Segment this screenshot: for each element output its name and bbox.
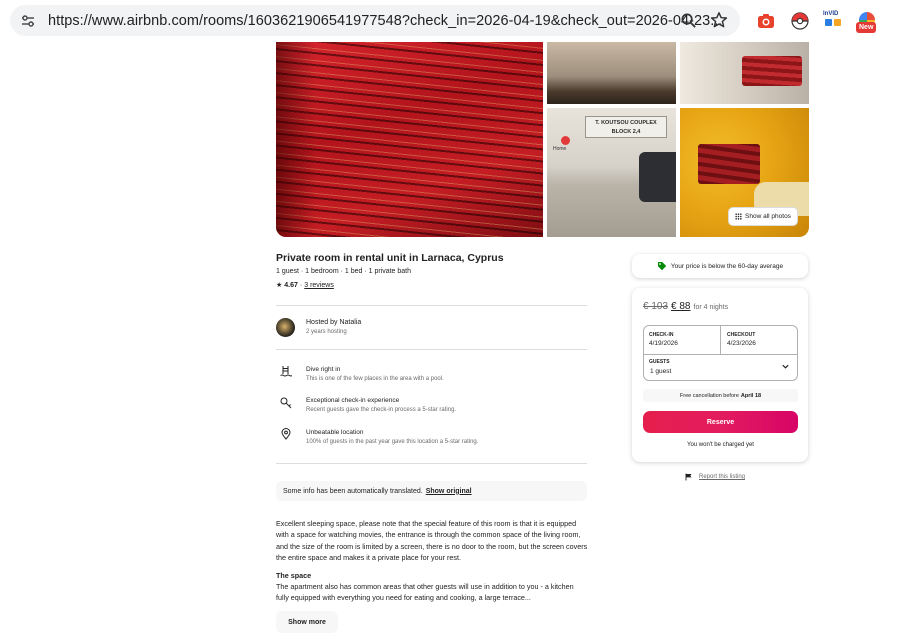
- original-price: € 103: [643, 301, 669, 312]
- price-duration: for 4 nights: [693, 304, 729, 311]
- checkin-value: 4/19/2026: [649, 340, 678, 347]
- checkout-field[interactable]: CHECKOUT 4/23/2026: [721, 326, 797, 354]
- street-sign: T. KOUTSOU COUPLEX BLOCK 2,4: [585, 116, 667, 138]
- guests-value: 1 guest: [650, 368, 672, 375]
- rating-separator: ·: [299, 281, 303, 289]
- listing-photo-main[interactable]: [276, 42, 543, 237]
- listing-rating: ★ 4.67 · 3 reviews: [276, 281, 334, 290]
- checkout-label: CHECKOUT: [727, 332, 756, 338]
- new-badge: New: [856, 22, 877, 33]
- host-name: Hosted by Natalia: [306, 319, 362, 326]
- feature-desc: 100% of guests in the past year gave thi…: [306, 439, 479, 445]
- divider: [276, 463, 587, 464]
- translation-text: Some info has been automatically transla…: [283, 487, 423, 495]
- browser-toolbar: https://www.airbnb.com/rooms/16036219065…: [0, 0, 900, 42]
- guests-field[interactable]: GUESTS 1 guest: [644, 355, 797, 381]
- no-charge-note: You won't be charged yet: [687, 442, 754, 448]
- reviews-link[interactable]: 3 reviews: [304, 282, 334, 289]
- space-heading: The space: [276, 571, 312, 580]
- grid-dots-icon: [735, 213, 742, 220]
- invid-label: InVID: [823, 11, 839, 17]
- listing-subtitle: 1 guest · 1 bedroom · 1 bed · 1 private …: [276, 268, 412, 275]
- price-row: € 103 € 88 for 4 nights: [643, 301, 728, 312]
- checkin-label: CHECK-IN: [649, 332, 674, 338]
- show-more-button[interactable]: Show more: [276, 611, 338, 633]
- price-note-text: Your price is below the 60-day average: [670, 262, 784, 270]
- feature-title: Exceptional check-in experience: [306, 397, 400, 404]
- car-shape: [639, 152, 676, 202]
- listing-title: Private room in rental unit in Larnaca, …: [276, 252, 504, 264]
- rating-star-icon: ★: [276, 282, 283, 289]
- listing-photo-bedroom[interactable]: [680, 42, 809, 104]
- new-extension-icon[interactable]: New: [856, 12, 880, 36]
- feature-title: Unbeatable location: [306, 429, 364, 436]
- reserve-button[interactable]: Reserve: [643, 411, 798, 433]
- listing-photo-couch[interactable]: [547, 42, 676, 104]
- street-marker-label: Home: [553, 146, 567, 152]
- cancel-text: Free cancellation before: [679, 392, 739, 399]
- price-note-banner: Your price is below the 60-day average: [632, 254, 808, 278]
- pokeball-extension-icon[interactable]: [790, 11, 810, 31]
- show-all-photos-button[interactable]: Show all photos: [728, 207, 798, 226]
- site-settings-icon[interactable]: [20, 13, 36, 29]
- translation-notice: Some info has been automatically transla…: [276, 481, 587, 501]
- host-avatar[interactable]: [276, 318, 295, 337]
- host-years: 2 years hosting: [306, 329, 347, 335]
- date-guest-picker: CHECK-IN 4/19/2026 CHECKOUT 4/23/2026 GU…: [643, 325, 798, 381]
- show-original-link[interactable]: Show original: [426, 488, 472, 495]
- address-bar[interactable]: https://www.airbnb.com/rooms/16036219065…: [10, 5, 740, 36]
- divider: [276, 305, 587, 306]
- chevron-down-icon[interactable]: [781, 362, 790, 371]
- guests-label: GUESTS: [649, 359, 670, 365]
- checkin-field[interactable]: CHECK-IN 4/19/2026: [644, 326, 720, 354]
- report-listing[interactable]: Report this listing: [685, 473, 745, 481]
- feature-desc: This is one of the few places in the are…: [306, 376, 444, 382]
- report-listing-link[interactable]: Report this listing: [699, 474, 745, 480]
- url-text[interactable]: https://www.airbnb.com/rooms/16036219065…: [48, 13, 722, 29]
- pool-icon: [280, 366, 292, 377]
- key-icon: [280, 397, 292, 409]
- space-description: The apartment also has common areas that…: [276, 582, 574, 603]
- rating-value: 4.67: [284, 281, 298, 289]
- location-pin-icon: [281, 428, 291, 440]
- divider: [276, 349, 587, 350]
- feature-desc: Recent guests gave the check-in process …: [306, 407, 457, 413]
- invid-extension-icon[interactable]: InVID: [823, 10, 845, 32]
- discounted-price[interactable]: € 88: [671, 301, 690, 312]
- map-marker-icon: [561, 136, 570, 145]
- zoom-icon[interactable]: [680, 12, 697, 29]
- listing-photo-street[interactable]: T. KOUTSOU COUPLEX BLOCK 2,4 Home: [547, 108, 676, 237]
- listing-description: Excellent sleeping space, please note th…: [276, 519, 588, 562]
- cancel-date: April 18: [740, 392, 762, 399]
- flag-icon: [685, 473, 692, 481]
- checkout-value: 4/23/2026: [727, 340, 756, 347]
- bookmark-star-icon[interactable]: [710, 11, 728, 29]
- feature-title: Dive right in: [306, 366, 341, 373]
- camera-extension-icon[interactable]: [756, 11, 776, 31]
- show-all-photos-label: Show all photos: [745, 213, 791, 220]
- price-tag-icon: [657, 262, 667, 271]
- free-cancellation-note: Free cancellation before April 18: [643, 389, 798, 402]
